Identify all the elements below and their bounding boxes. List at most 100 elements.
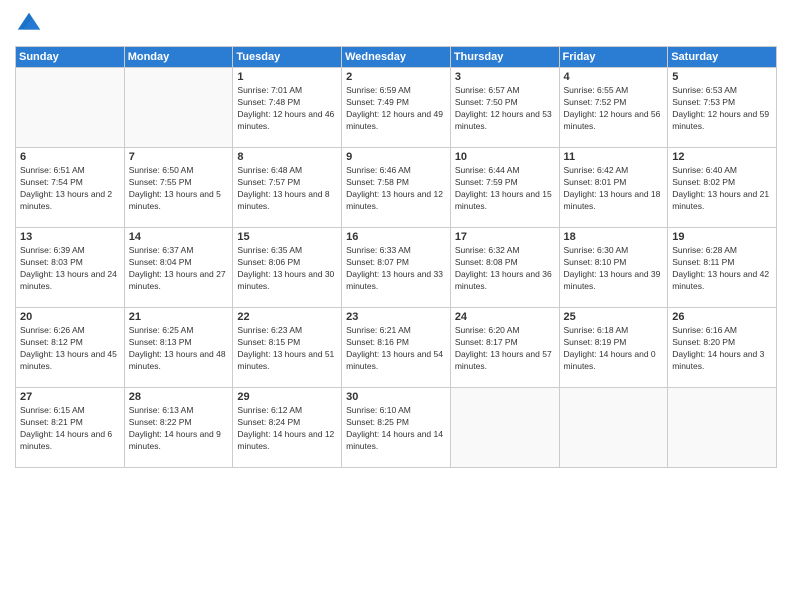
calendar-cell: 11 Sunrise: 6:42 AM Sunset: 8:01 PM Dayli… [559, 148, 668, 228]
day-info: Sunrise: 6:53 AM Sunset: 7:53 PM Dayligh… [672, 85, 772, 133]
calendar-cell: 16 Sunrise: 6:33 AM Sunset: 8:07 PM Dayli… [342, 228, 451, 308]
day-info: Sunrise: 6:26 AM Sunset: 8:12 PM Dayligh… [20, 325, 120, 373]
calendar-cell: 6 Sunrise: 6:51 AM Sunset: 7:54 PM Daylig… [16, 148, 125, 228]
day-info: Sunrise: 6:23 AM Sunset: 8:15 PM Dayligh… [237, 325, 337, 373]
calendar-cell: 9 Sunrise: 6:46 AM Sunset: 7:58 PM Daylig… [342, 148, 451, 228]
day-number: 3 [455, 71, 555, 83]
day-info: Sunrise: 6:55 AM Sunset: 7:52 PM Dayligh… [564, 85, 664, 133]
day-number: 17 [455, 231, 555, 243]
day-info: Sunrise: 6:48 AM Sunset: 7:57 PM Dayligh… [237, 165, 337, 213]
day-info: Sunrise: 6:21 AM Sunset: 8:16 PM Dayligh… [346, 325, 446, 373]
calendar-cell: 15 Sunrise: 6:35 AM Sunset: 8:06 PM Dayli… [233, 228, 342, 308]
calendar-day-header: Sunday [16, 47, 125, 68]
calendar-cell: 30 Sunrise: 6:10 AM Sunset: 8:25 PM Dayli… [342, 388, 451, 468]
day-number: 30 [346, 391, 446, 403]
logo-icon [15, 10, 43, 38]
calendar-cell: 4 Sunrise: 6:55 AM Sunset: 7:52 PM Daylig… [559, 68, 668, 148]
day-number: 26 [672, 311, 772, 323]
day-info: Sunrise: 6:51 AM Sunset: 7:54 PM Dayligh… [20, 165, 120, 213]
day-info: Sunrise: 6:25 AM Sunset: 8:13 PM Dayligh… [129, 325, 229, 373]
day-number: 6 [20, 151, 120, 163]
calendar-cell [450, 388, 559, 468]
calendar-cell [124, 68, 233, 148]
day-number: 12 [672, 151, 772, 163]
logo [15, 10, 47, 38]
calendar-cell: 20 Sunrise: 6:26 AM Sunset: 8:12 PM Dayli… [16, 308, 125, 388]
day-info: Sunrise: 6:16 AM Sunset: 8:20 PM Dayligh… [672, 325, 772, 373]
day-info: Sunrise: 6:33 AM Sunset: 8:07 PM Dayligh… [346, 245, 446, 293]
calendar-cell: 19Sunrise: 6:28 AM Sunset: 8:11 PM Dayli… [668, 228, 777, 308]
calendar-cell: 29 Sunrise: 6:12 AM Sunset: 8:24 PM Dayli… [233, 388, 342, 468]
calendar-cell: 22 Sunrise: 6:23 AM Sunset: 8:15 PM Dayli… [233, 308, 342, 388]
day-number: 15 [237, 231, 337, 243]
calendar-cell: 2Sunrise: 6:59 AM Sunset: 7:49 PM Daylig… [342, 68, 451, 148]
day-number: 2 [346, 71, 446, 83]
day-info: Sunrise: 6:40 AM Sunset: 8:02 PM Dayligh… [672, 165, 772, 213]
calendar-cell: 14 Sunrise: 6:37 AM Sunset: 8:04 PM Dayli… [124, 228, 233, 308]
calendar-cell [16, 68, 125, 148]
calendar-cell: 25Sunrise: 6:18 AM Sunset: 8:19 PM Dayli… [559, 308, 668, 388]
day-info: Sunrise: 6:12 AM Sunset: 8:24 PM Dayligh… [237, 405, 337, 453]
day-info: Sunrise: 6:10 AM Sunset: 8:25 PM Dayligh… [346, 405, 446, 453]
day-info: Sunrise: 6:39 AM Sunset: 8:03 PM Dayligh… [20, 245, 120, 293]
day-info: Sunrise: 6:44 AM Sunset: 7:59 PM Dayligh… [455, 165, 555, 213]
day-number: 11 [564, 151, 664, 163]
day-number: 22 [237, 311, 337, 323]
day-number: 18 [564, 231, 664, 243]
calendar-cell: 13 Sunrise: 6:39 AM Sunset: 8:03 PM Dayli… [16, 228, 125, 308]
day-number: 16 [346, 231, 446, 243]
calendar-header-row: SundayMondayTuesdayWednesdayThursdayFrid… [16, 47, 777, 68]
page-header [15, 10, 777, 38]
calendar-cell: 1Sunrise: 7:01 AM Sunset: 7:48 PM Daylig… [233, 68, 342, 148]
day-info: Sunrise: 6:32 AM Sunset: 8:08 PM Dayligh… [455, 245, 555, 293]
day-number: 21 [129, 311, 229, 323]
calendar-week-row: 20 Sunrise: 6:26 AM Sunset: 8:12 PM Dayli… [16, 308, 777, 388]
day-info: Sunrise: 6:42 AM Sunset: 8:01 PM Dayligh… [564, 165, 664, 213]
calendar-cell: 8 Sunrise: 6:48 AM Sunset: 7:57 PM Daylig… [233, 148, 342, 228]
day-number: 7 [129, 151, 229, 163]
calendar-week-row: 6 Sunrise: 6:51 AM Sunset: 7:54 PM Daylig… [16, 148, 777, 228]
day-info: Sunrise: 6:30 AM Sunset: 8:10 PM Dayligh… [564, 245, 664, 293]
day-info: Sunrise: 6:35 AM Sunset: 8:06 PM Dayligh… [237, 245, 337, 293]
calendar-cell: 7 Sunrise: 6:50 AM Sunset: 7:55 PM Daylig… [124, 148, 233, 228]
calendar-cell [559, 388, 668, 468]
day-info: Sunrise: 6:50 AM Sunset: 7:55 PM Dayligh… [129, 165, 229, 213]
day-number: 13 [20, 231, 120, 243]
calendar-day-header: Tuesday [233, 47, 342, 68]
day-number: 19 [672, 231, 772, 243]
day-info: Sunrise: 6:46 AM Sunset: 7:58 PM Dayligh… [346, 165, 446, 213]
day-number: 14 [129, 231, 229, 243]
calendar-cell: 5 Sunrise: 6:53 AM Sunset: 7:53 PM Daylig… [668, 68, 777, 148]
calendar-day-header: Monday [124, 47, 233, 68]
calendar-cell: 10 Sunrise: 6:44 AM Sunset: 7:59 PM Dayli… [450, 148, 559, 228]
day-number: 5 [672, 71, 772, 83]
calendar-cell: 27 Sunrise: 6:15 AM Sunset: 8:21 PM Dayli… [16, 388, 125, 468]
calendar-cell: 18 Sunrise: 6:30 AM Sunset: 8:10 PM Dayli… [559, 228, 668, 308]
day-info: Sunrise: 6:37 AM Sunset: 8:04 PM Dayligh… [129, 245, 229, 293]
day-number: 27 [20, 391, 120, 403]
day-info: Sunrise: 6:15 AM Sunset: 8:21 PM Dayligh… [20, 405, 120, 453]
day-number: 9 [346, 151, 446, 163]
day-number: 4 [564, 71, 664, 83]
day-info: Sunrise: 6:20 AM Sunset: 8:17 PM Dayligh… [455, 325, 555, 373]
day-number: 24 [455, 311, 555, 323]
calendar-table: SundayMondayTuesdayWednesdayThursdayFrid… [15, 46, 777, 468]
calendar-day-header: Friday [559, 47, 668, 68]
calendar-cell: 23Sunrise: 6:21 AM Sunset: 8:16 PM Dayli… [342, 308, 451, 388]
calendar-cell [668, 388, 777, 468]
day-number: 8 [237, 151, 337, 163]
calendar-day-header: Thursday [450, 47, 559, 68]
calendar-week-row: 13 Sunrise: 6:39 AM Sunset: 8:03 PM Dayli… [16, 228, 777, 308]
day-number: 20 [20, 311, 120, 323]
day-number: 10 [455, 151, 555, 163]
day-number: 29 [237, 391, 337, 403]
day-info: Sunrise: 6:18 AM Sunset: 8:19 PM Dayligh… [564, 325, 664, 373]
calendar-cell: 24 Sunrise: 6:20 AM Sunset: 8:17 PM Dayli… [450, 308, 559, 388]
calendar-week-row: 1Sunrise: 7:01 AM Sunset: 7:48 PM Daylig… [16, 68, 777, 148]
calendar-cell: 17 Sunrise: 6:32 AM Sunset: 8:08 PM Dayli… [450, 228, 559, 308]
day-number: 1 [237, 71, 337, 83]
calendar-cell: 3Sunrise: 6:57 AM Sunset: 7:50 PM Daylig… [450, 68, 559, 148]
calendar-cell: 26 Sunrise: 6:16 AM Sunset: 8:20 PM Dayli… [668, 308, 777, 388]
calendar-cell: 28Sunrise: 6:13 AM Sunset: 8:22 PM Dayli… [124, 388, 233, 468]
calendar-week-row: 27 Sunrise: 6:15 AM Sunset: 8:21 PM Dayli… [16, 388, 777, 468]
